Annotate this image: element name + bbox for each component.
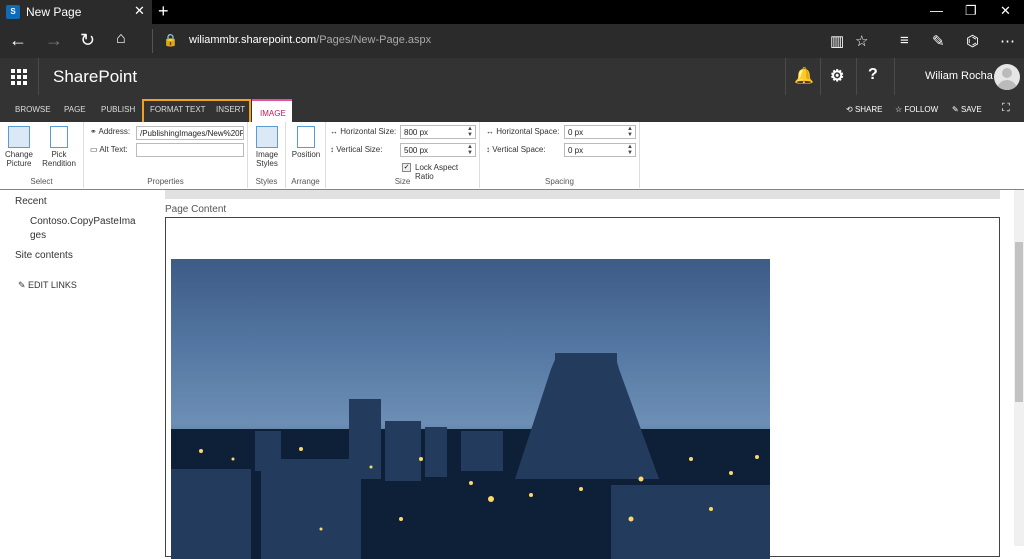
group-label-properties: Properties [147,177,184,186]
change-picture-button[interactable]: Change Picture [4,126,34,168]
new-tab-icon[interactable]: + [158,1,169,22]
brand-title[interactable]: SharePoint [53,67,137,87]
user-name[interactable]: Wiliam Rocha [925,70,993,82]
tab-browse[interactable]: BROWSE [15,105,51,114]
group-spacing: ↔ Horizontal Space: 0 px ▲ ▼ ↕ Vertical Sp… [480,122,640,188]
minimize-icon[interactable]: — [930,3,943,18]
favorite-star-icon[interactable]: ☆ [855,32,868,50]
nav-recent-item[interactable]: Contoso.CopyPasteIma ges [30,215,140,243]
hub-icon[interactable]: ≡ [900,32,909,49]
group-label-spacing: Spacing [545,177,574,186]
url-path: /Pages/New-Page.aspx [316,34,432,46]
help-icon[interactable]: ? [868,66,878,84]
horizontal-size-input[interactable]: 800 px ▲ ▼ [400,125,476,139]
editing-tools-group [142,99,251,122]
group-label-select: Select [30,177,53,186]
more-icon[interactable]: ⋯ [1000,32,1015,50]
save-action[interactable]: ✎ SAVE [952,105,982,114]
browser-tab[interactable]: S New Page ✕ [0,0,152,24]
horizontal-space-label: ↔ Horizontal Space: [486,127,560,136]
image-styles-icon [256,126,278,148]
alt-text-label: ▭ Alt Text: [90,145,128,154]
suite-bar: SharePoint 🔔 ⚙ ? Wiliam Rocha [0,58,1024,95]
share-browser-icon[interactable]: ⌬ [966,32,979,50]
tab-image-label: IMAGE [260,109,286,118]
scrollbar-thumb[interactable] [1015,242,1023,402]
spinner-icon: ▲ ▼ [627,126,633,138]
settings-gear-icon[interactable]: ⚙ [830,66,844,86]
web-note-icon[interactable]: ✎ [932,32,945,50]
horizontal-size-label: ↔ Horizontal Size: [330,127,397,136]
close-tab-icon[interactable]: ✕ [134,3,145,19]
close-window-icon[interactable]: ✕ [1000,3,1011,19]
forward-icon[interactable]: → [45,30,63,51]
group-size: ↔ Horizontal Size: 800 px ▲ ▼ ↕ Vertical S… [326,122,480,188]
address-input[interactable]: /PublishingImages/New%20F [136,126,244,140]
vertical-scrollbar[interactable] [1014,190,1024,546]
group-label-size: Size [394,177,411,186]
url-field[interactable]: 🔒 wiliammbr.sharepoint.com/Pages/New-Pag… [152,29,816,53]
alt-text-input[interactable] [136,143,244,157]
city-night-photo[interactable] [171,259,770,559]
avatar[interactable] [994,64,1020,90]
vertical-space-input[interactable]: 0 px ▲ ▼ [564,143,636,157]
address-label: ⚭ Address: [90,127,131,136]
pick-rendition-icon [50,126,68,148]
spinner-icon: ▲ ▼ [467,126,473,138]
pick-rendition-button[interactable]: Pick Rendition [40,126,78,168]
browser-tab-bar: S New Page ✕ + — ❐ ✕ [0,0,1024,24]
address-bar: ← → ↻ ⌂ 🔒 wiliammbr.sharepoint.com/Pages… [0,24,1024,58]
nav-site-contents[interactable]: Site contents [15,250,73,261]
spinner-icon: ▲ ▼ [627,144,633,156]
group-label-arrange: Arrange [291,177,320,186]
change-picture-icon [8,126,30,148]
vertical-space-label: ↕ Vertical Space: [486,145,546,154]
restore-icon[interactable]: ❐ [965,3,977,19]
follow-action[interactable]: ☆ FOLLOW [895,105,938,114]
tab-publish[interactable]: PUBLISH [101,105,135,114]
nav-recent[interactable]: Recent [15,196,47,207]
group-styles: Image Styles Styles [248,122,286,188]
home-icon[interactable]: ⌂ [116,30,126,48]
sharepoint-favicon-icon: S [6,5,20,19]
back-icon[interactable]: ← [9,30,27,51]
lock-icon: 🔒 [163,33,178,47]
reading-view-icon[interactable]: ▥ [830,32,844,50]
page-content-label: Page Content [165,204,227,215]
group-label-styles: Styles [255,177,278,186]
lock-aspect-ratio-checkbox[interactable]: ✓ [402,163,411,172]
content-top-strip [165,190,1000,199]
tab-image[interactable]: IMAGE [252,99,292,123]
group-properties: ⚭ Address: /PublishingImages/New%20F ▭ A… [84,122,248,188]
vertical-size-input[interactable]: 500 px ▲ ▼ [400,143,476,157]
edit-links-button[interactable]: ✎ EDIT LINKS [18,280,77,291]
vertical-size-label: ↕ Vertical Size: [330,145,383,154]
group-select: Change Picture Pick Rendition Select [0,122,84,188]
refresh-icon[interactable]: ↻ [80,30,95,51]
position-icon [297,126,315,148]
url-domain: wiliammbr.sharepoint.com [189,34,317,46]
share-action[interactable]: ⟲ SHARE [846,105,883,114]
left-navigation: Recent Contoso.CopyPasteIma ges Site con… [0,190,150,546]
page-content-area: Page Content [150,190,1024,559]
notifications-icon[interactable]: 🔔 [794,66,814,86]
rich-text-editor[interactable] [165,217,1000,559]
group-arrange: Position Arrange [286,122,326,188]
tab-page[interactable]: PAGE [64,105,86,114]
spinner-icon: ▲ ▼ [467,144,473,156]
tab-title: New Page [26,5,82,19]
horizontal-space-input[interactable]: 0 px ▲ ▼ [564,125,636,139]
ribbon: Change Picture Pick Rendition Select ⚭ A… [0,122,1024,190]
image-styles-button[interactable]: Image Styles [252,126,282,168]
app-launcher-icon[interactable] [11,69,27,85]
position-button[interactable]: Position [290,126,322,159]
focus-content-icon[interactable]: ⛶ [1002,102,1010,115]
